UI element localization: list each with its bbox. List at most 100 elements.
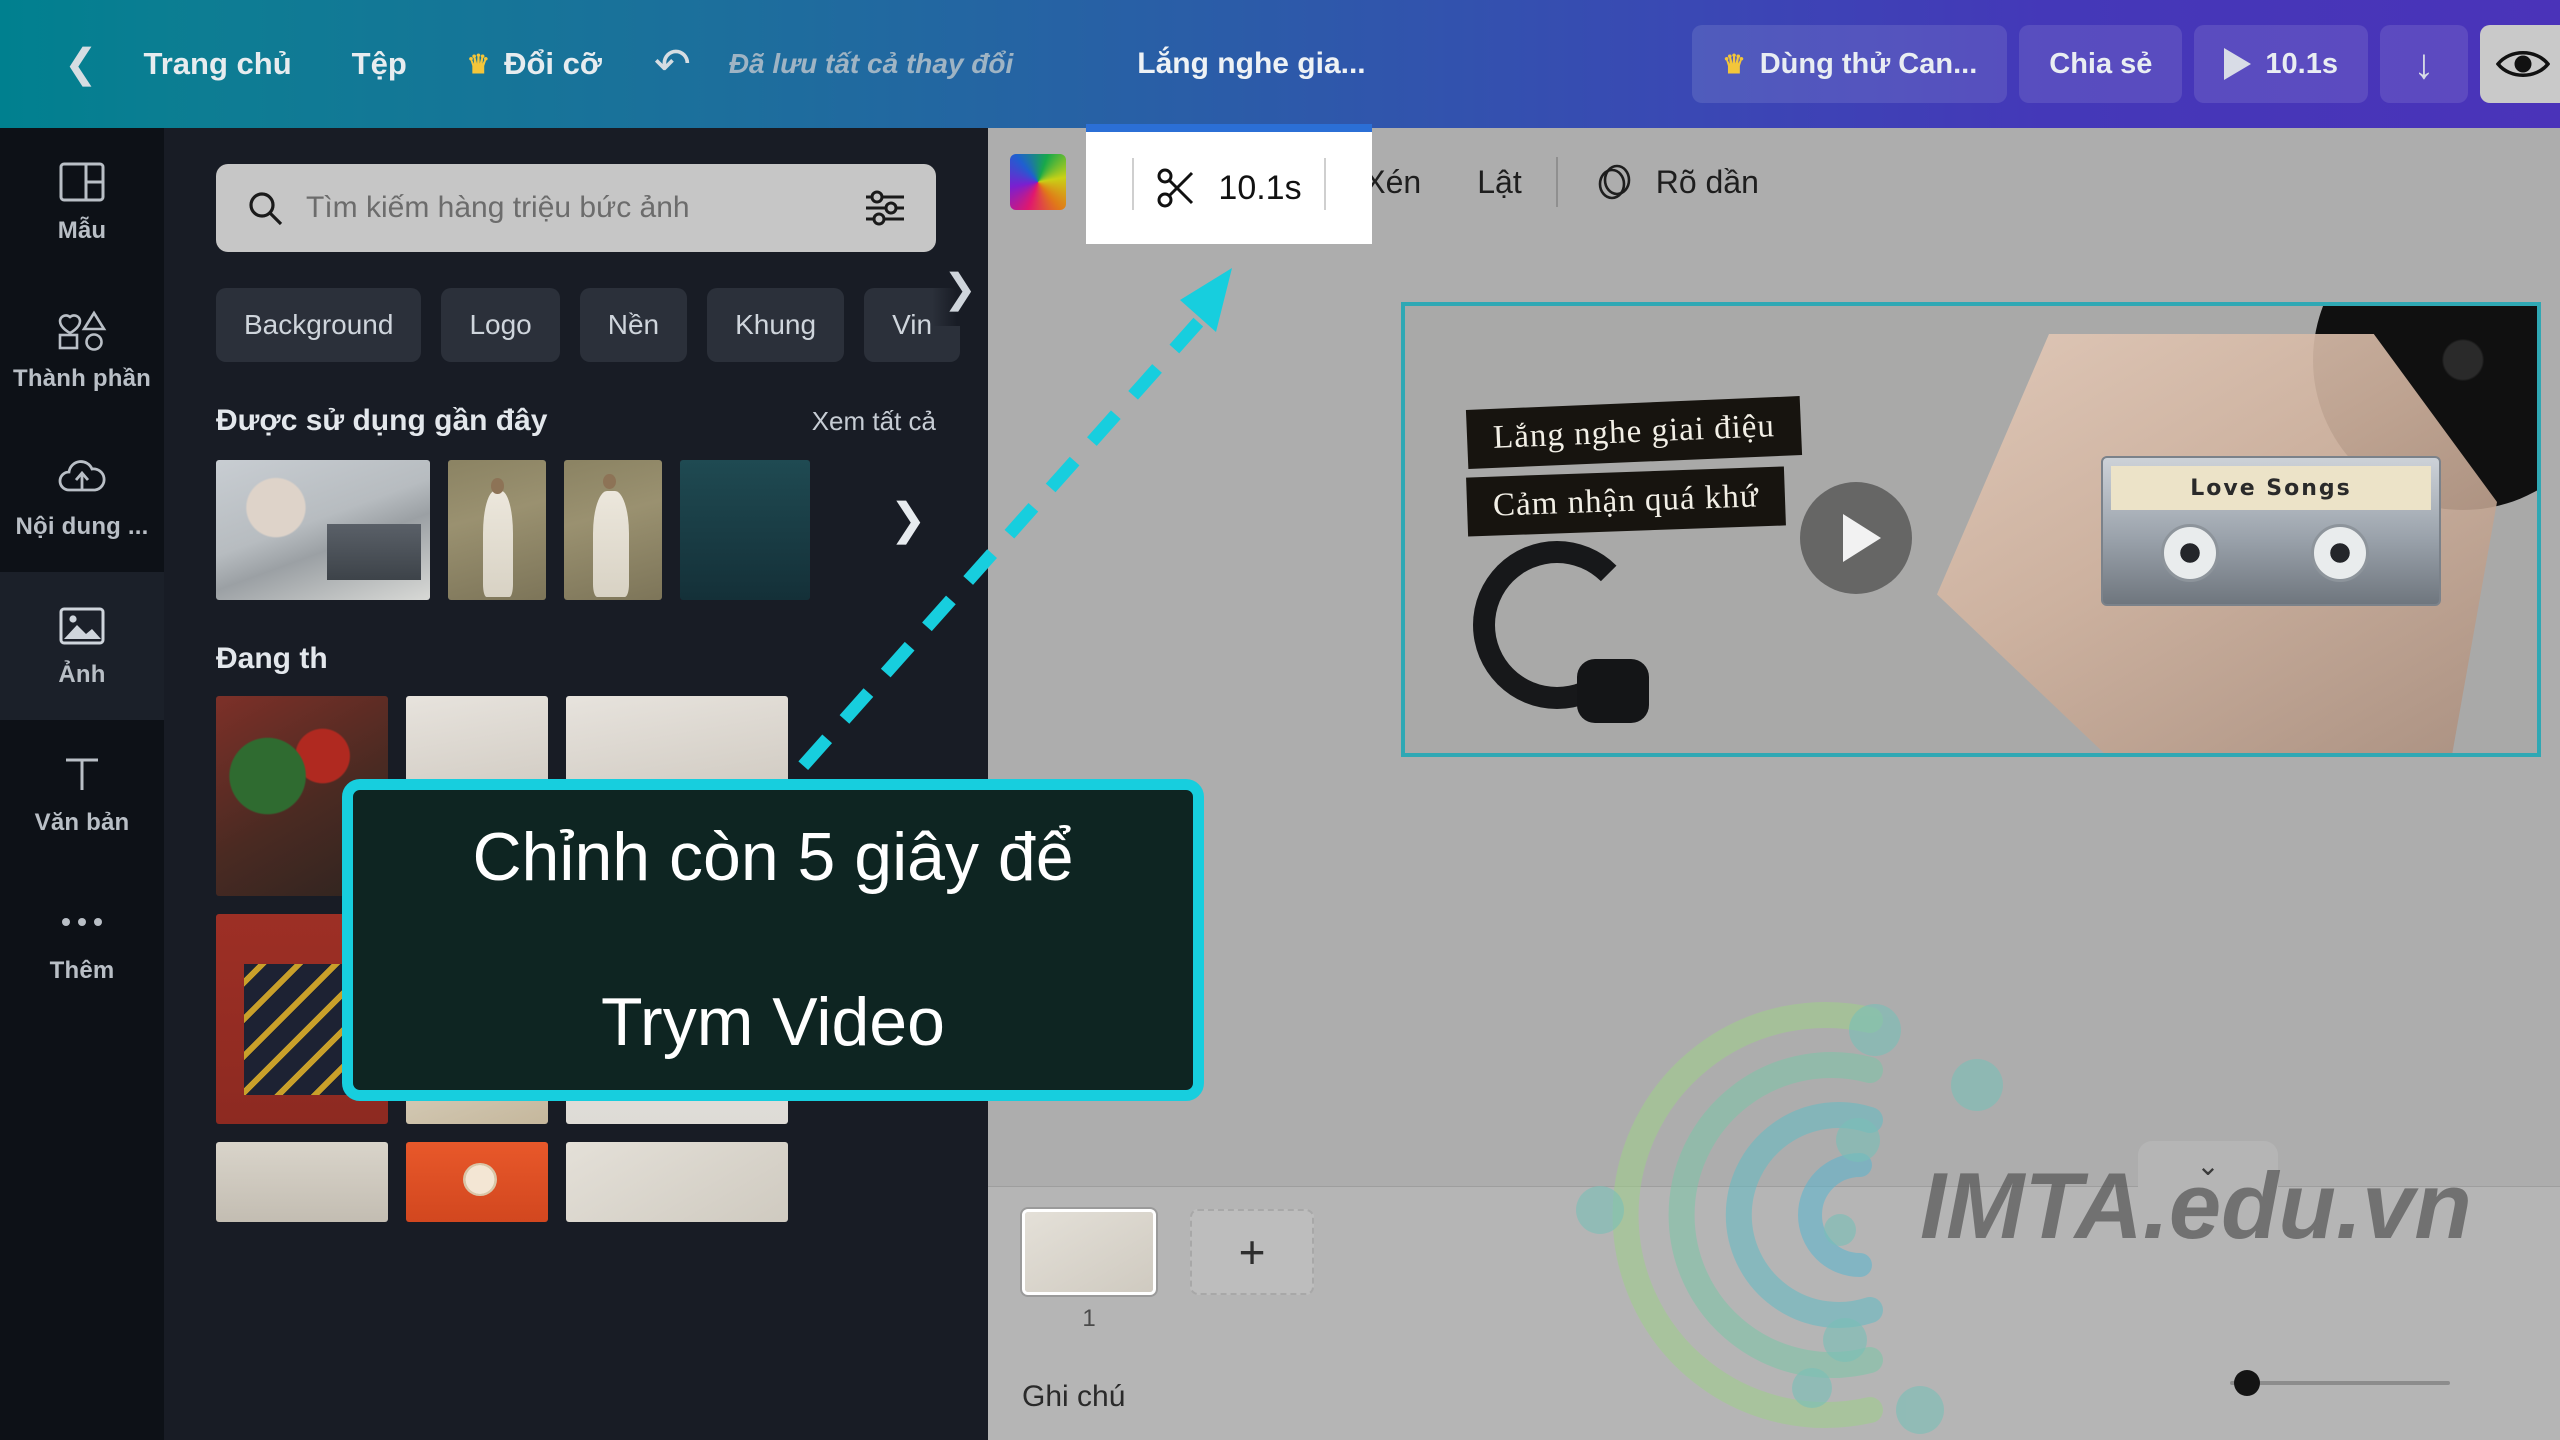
crown-icon: ♛ xyxy=(466,49,491,79)
recent-see-all-link[interactable]: Xem tất cả xyxy=(812,406,936,437)
flip-button[interactable]: Lật xyxy=(1469,164,1529,201)
eye-icon xyxy=(2496,51,2550,77)
top-bar: ❮ Trang chủ Tệp ♛ Đổi cỡ ↶ Đã lưu tất cả… xyxy=(0,0,2560,128)
recent-thumb-3[interactable] xyxy=(564,460,662,600)
sidebar-item-templates[interactable]: Mẫu xyxy=(0,128,164,276)
preview-button[interactable] xyxy=(2480,25,2560,103)
duration-label: 10.1s xyxy=(2265,47,2338,80)
cassette-label: Love Songs xyxy=(2111,466,2431,510)
sidebar-item-more[interactable]: Thêm xyxy=(0,868,164,1016)
color-swatch-button[interactable] xyxy=(1010,154,1066,210)
cassette-reel-left xyxy=(2161,524,2219,582)
toolbar-divider xyxy=(1555,157,1558,207)
app-root: ❮ Trang chủ Tệp ♛ Đổi cỡ ↶ Đã lưu tất cả… xyxy=(0,0,2560,1440)
grid-thumb-soft[interactable] xyxy=(566,1142,788,1222)
share-button[interactable]: Chia sẻ xyxy=(2019,25,2183,103)
zoom-slider-knob[interactable] xyxy=(2234,1370,2260,1396)
undo-icon[interactable]: ↶ xyxy=(632,39,713,90)
try-canva-pro-button[interactable]: ♛ Dùng thử Can... xyxy=(1692,25,2008,103)
template-icon xyxy=(56,159,108,205)
upload-cloud-icon xyxy=(56,455,108,501)
shapes-icon xyxy=(56,307,108,353)
notes-label: Ghi chú xyxy=(1022,1380,1126,1413)
fade-button[interactable]: Rõ dần xyxy=(1584,160,1767,204)
notes-button[interactable]: Ghi chú xyxy=(1022,1380,1125,1414)
timeline-page-1-wrap: 1 xyxy=(1022,1209,1156,1333)
left-icon-rail: Mẫu Thành phần Nội dung ... Ảnh Văn bản … xyxy=(0,128,164,1440)
chip-nen[interactable]: Nền xyxy=(579,288,688,362)
top-bar-right-group: ♛ Dùng thử Can... Chia sẻ 10.1s ↓ xyxy=(1692,0,2560,128)
image-icon xyxy=(56,603,108,649)
headphone-cup xyxy=(1577,659,1649,723)
search-box[interactable]: Tìm kiếm hàng triệu bức ảnh xyxy=(216,164,936,252)
recent-thumb-2[interactable] xyxy=(448,460,546,600)
scissors-icon xyxy=(1157,168,1194,208)
top-bar-left-group: ❮ Trang chủ Tệp ♛ Đổi cỡ ↶ Đã lưu tất cả… xyxy=(0,0,1366,128)
text-icon xyxy=(56,751,108,797)
canvas-stage: Love Songs Lắng nghe giai điệu Cảm nhận … xyxy=(988,236,2560,1186)
trending-title: Đang th xyxy=(216,642,328,675)
chip-logo[interactable]: Logo xyxy=(441,288,560,362)
chip-background[interactable]: Background xyxy=(216,288,422,362)
recent-thumb-4[interactable] xyxy=(680,460,810,600)
timeline-collapse-tab[interactable]: ⌄ xyxy=(2138,1141,2278,1189)
timeline-page-thumb[interactable] xyxy=(1022,1209,1156,1295)
sidebar-item-label: Ảnh xyxy=(58,661,106,688)
chips-next-chevron-icon[interactable]: ❯ xyxy=(932,252,988,326)
sidebar-item-label: Thêm xyxy=(49,957,115,984)
trending-section-header: Đang th xyxy=(164,600,988,676)
present-duration-button[interactable]: 10.1s xyxy=(2194,25,2368,103)
add-page-button[interactable]: + xyxy=(1190,1209,1314,1295)
sidebar-item-label: Mẫu xyxy=(57,217,107,244)
trim-divider-right xyxy=(1324,158,1326,210)
timeline-page-number: 1 xyxy=(1082,1305,1096,1332)
editor-area: 10.1s Xén Lật Rõ dần xyxy=(988,124,2560,1440)
grid-thumb-orange[interactable] xyxy=(406,1142,548,1222)
search-input[interactable]: Tìm kiếm hàng triệu bức ảnh xyxy=(306,191,842,225)
sidebar-item-elements[interactable]: Thành phần xyxy=(0,276,164,424)
video-play-button[interactable] xyxy=(1800,482,1912,594)
chip-khung[interactable]: Khung xyxy=(707,288,845,362)
recent-next-chevron-icon[interactable]: ❯ xyxy=(880,474,936,564)
fade-icon xyxy=(1598,164,1631,200)
design-canvas[interactable]: Love Songs Lắng nghe giai điệu Cảm nhận … xyxy=(1401,302,2541,757)
crown-icon: ♛ xyxy=(1722,48,1746,79)
file-label: Tệp xyxy=(351,46,407,81)
recent-title: Được sử dụng gần đây xyxy=(216,404,548,437)
fade-label: Rõ dần xyxy=(1655,163,1759,200)
sidebar-item-label: Thành phần xyxy=(13,365,151,392)
cassette-reel-right xyxy=(2311,524,2369,582)
canvas-caption-2[interactable]: Cảm nhận quá khứ xyxy=(1466,466,1786,537)
back-chevron-icon[interactable]: ❮ xyxy=(48,41,114,87)
sidebar-item-uploads[interactable]: Nội dung ... xyxy=(0,424,164,572)
plus-icon: + xyxy=(1238,1226,1266,1278)
more-dots-icon xyxy=(56,899,108,945)
thumb-image-detail xyxy=(491,478,504,494)
canvas-caption-1[interactable]: Lắng nghe giai điệu xyxy=(1465,396,1803,469)
grid-thumb-beige[interactable] xyxy=(216,1142,388,1222)
saved-status-text: Đã lưu tất cả thay đổi xyxy=(728,48,1014,79)
recent-thumb-1[interactable] xyxy=(216,460,430,600)
resize-button[interactable]: ♛ Đổi cỡ xyxy=(437,26,632,102)
zoom-slider[interactable] xyxy=(2230,1370,2450,1396)
play-icon xyxy=(2224,48,2252,80)
crop-label: Xén xyxy=(1364,163,1422,200)
thumb-image-detail xyxy=(483,490,513,598)
sidebar-item-label: Văn bản xyxy=(34,809,130,836)
callout-box: Chỉnh còn 5 giây để Trym Video xyxy=(342,779,1204,1101)
callout-line-1: Chỉnh còn 5 giây để xyxy=(472,818,1074,895)
chevron-down-icon: ⌄ xyxy=(2196,1149,2220,1181)
download-button[interactable]: ↓ xyxy=(2380,25,2468,103)
category-chip-row: Background Logo Nền Khung Vin ❯ xyxy=(164,252,988,362)
sidebar-item-photos[interactable]: Ảnh xyxy=(0,572,164,720)
try-canva-label: Dùng thử Can... xyxy=(1759,47,1978,80)
thumb-image xyxy=(216,1142,388,1222)
sidebar-item-text[interactable]: Văn bản xyxy=(0,720,164,868)
file-menu-button[interactable]: Tệp xyxy=(322,26,437,102)
trim-duration-button[interactable]: 10.1s xyxy=(1086,124,1372,244)
document-title[interactable]: Lắng nghe gia... xyxy=(1137,47,1365,81)
filter-sliders-icon[interactable] xyxy=(864,190,906,226)
trim-divider-left xyxy=(1132,158,1134,210)
home-button[interactable]: Trang chủ xyxy=(114,26,322,102)
recent-section-header: Được sử dụng gần đây Xem tất cả xyxy=(164,362,988,438)
